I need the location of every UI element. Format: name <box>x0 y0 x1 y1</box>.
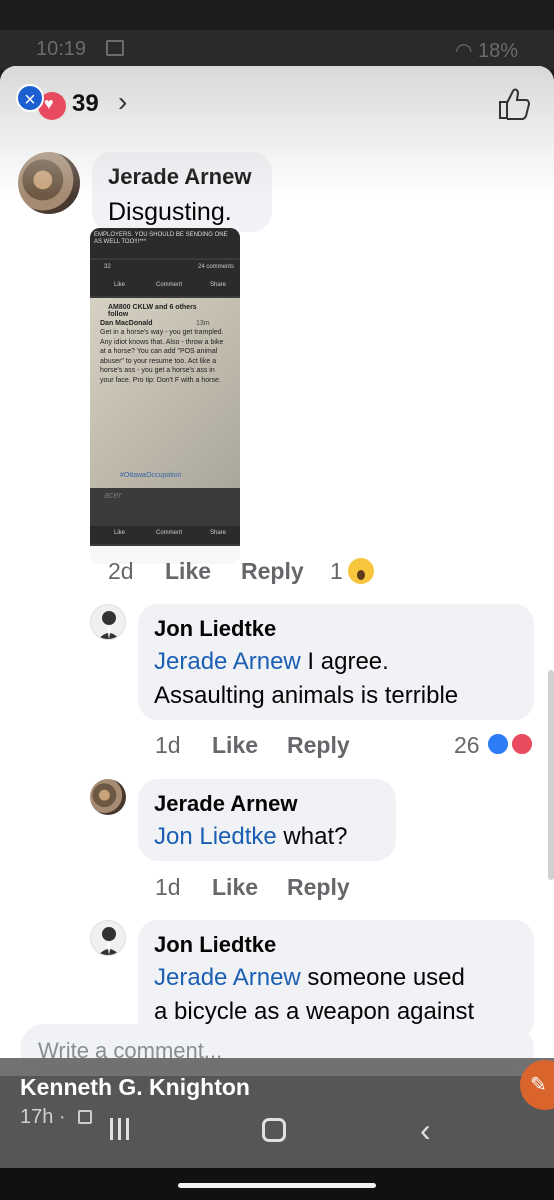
scrollbar[interactable] <box>548 670 554 880</box>
comment-text-line: Assaulting animals is terrible <box>154 682 459 709</box>
attachment-action-bar-bottom: Like Comment Share <box>90 526 240 544</box>
avatar[interactable] <box>90 920 126 956</box>
comment-author[interactable]: Jerade Arnew <box>154 791 297 817</box>
wifi-icon: ◠ <box>454 40 478 62</box>
like-button[interactable]: Like <box>212 874 258 901</box>
like-outline-icon[interactable] <box>496 86 532 122</box>
attachment-post: AM800 CKLW and 6 others follow Dan MacDo… <box>90 298 240 488</box>
comment-author[interactable]: Jon Liedtke <box>154 932 276 958</box>
attachment-action-bar: Like Comment Share <box>90 278 240 296</box>
audience-icon <box>78 1110 92 1124</box>
reply-button[interactable]: Reply <box>287 874 350 901</box>
mention-link[interactable]: Jerade Arnew <box>154 964 301 991</box>
recents-icon[interactable] <box>108 1118 132 1140</box>
comment-text: Jerade Arnew I agree. <box>154 648 389 675</box>
comments-sheet: × ♥ 39 › Jerade Arnew Disgusting. EMPLOY… <box>0 66 554 1076</box>
post-time: 17h · <box>20 1106 66 1128</box>
wow-reaction-icon <box>348 558 374 584</box>
status-time: 10:19 <box>36 38 87 60</box>
comment-time: 1d <box>155 732 181 758</box>
status-bar: 10:19 ◠ 18% <box>0 30 554 70</box>
like-button[interactable]: Like <box>212 732 258 759</box>
close-icon[interactable]: × <box>16 84 44 112</box>
back-icon[interactable]: ‹ <box>420 1112 431 1149</box>
comment-author[interactable]: Jerade Arnew <box>108 164 251 190</box>
love-reaction-icon <box>510 732 534 756</box>
attachment-stats: 32 24 comments <box>90 260 240 278</box>
post-author-name[interactable]: Kenneth G. Knighton <box>20 1074 250 1101</box>
comment-time: 1d <box>155 874 181 900</box>
comment-time: 2d <box>108 558 134 584</box>
comment-author[interactable]: Jon Liedtke <box>154 616 276 642</box>
mention-link[interactable]: Jon Liedtke <box>154 823 277 850</box>
image-icon <box>106 40 124 56</box>
avatar[interactable] <box>90 604 126 640</box>
comment-attachment-image[interactable]: EMPLOYERS. YOU SHOULD BE SENDING ONE AS … <box>90 228 240 546</box>
status-battery: ◠ 18% <box>454 40 518 62</box>
reactions-count[interactable]: 39 <box>72 90 99 118</box>
like-button[interactable]: Like <box>165 558 211 585</box>
like-reaction-icon <box>486 732 510 756</box>
avatar[interactable] <box>18 152 80 214</box>
comment-text: Jerade Arnew someone used <box>154 964 465 991</box>
monitor-brand: acer <box>104 490 122 500</box>
home-icon[interactable] <box>262 1118 286 1142</box>
comment-text: Disgusting. <box>108 198 232 226</box>
comment-text: Jon Liedtke what? <box>154 823 348 850</box>
avatar[interactable] <box>90 779 126 815</box>
attachment-top-text: EMPLOYERS. YOU SHOULD BE SENDING ONE AS … <box>90 228 240 258</box>
reaction-count[interactable]: 26 <box>454 732 480 759</box>
home-indicator[interactable] <box>178 1183 376 1188</box>
comment-text-line: a bicycle as a weapon against <box>154 998 475 1025</box>
reaction-count[interactable]: 1 <box>330 558 343 585</box>
reply-button[interactable]: Reply <box>241 558 304 585</box>
media-overlay-footer: Kenneth G. Knighton 17h · ‹ <box>0 1058 554 1168</box>
reply-button[interactable]: Reply <box>287 732 350 759</box>
chevron-right-icon[interactable]: › <box>118 86 127 118</box>
screen: 10:19 ◠ 18% × ♥ 39 › Jerade Arnew Disgus… <box>0 0 554 1200</box>
mention-link[interactable]: Jerade Arnew <box>154 648 301 675</box>
